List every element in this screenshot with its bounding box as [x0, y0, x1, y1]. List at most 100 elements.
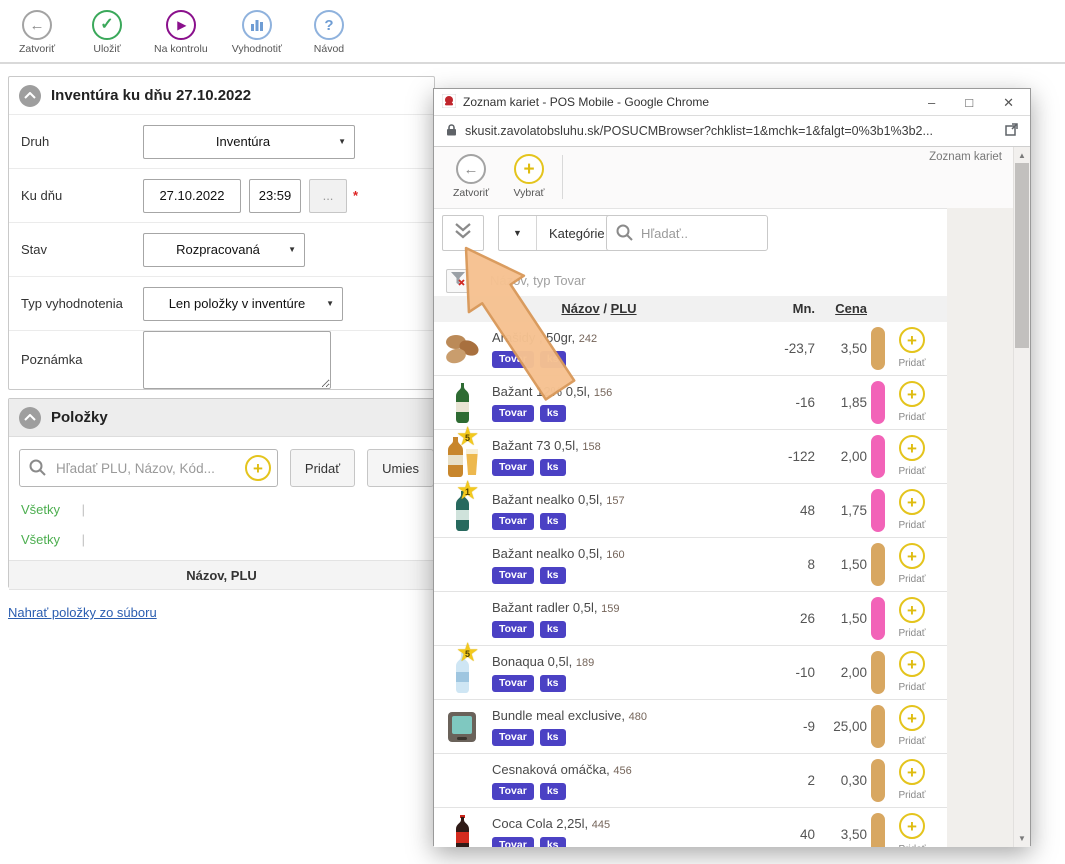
minimize-button[interactable]: – [928, 96, 935, 109]
add-item-button[interactable]: + Pridať [886, 489, 938, 533]
type-badge: Tovar [492, 837, 534, 847]
price-value: 1,50 [824, 557, 867, 572]
pos-favicon [442, 94, 456, 111]
url-bar[interactable]: skusit.zavolatobsluhu.sk/POSUCMBrowser?c… [434, 116, 1030, 147]
price-value: 25,00 [824, 719, 867, 734]
product-plu: 480 [629, 711, 647, 723]
sort-price-link[interactable]: Cena [824, 301, 867, 316]
time-input[interactable] [249, 179, 301, 213]
add-item-button[interactable]: + Pridať [886, 327, 938, 371]
card-row[interactable]: Coca Cola 2,25l, 445 Tovarks 40 3,50 + P… [434, 808, 947, 847]
typ-select[interactable]: Len položky v inventúre ▼ [143, 287, 343, 321]
qty-value: -23,7 [724, 341, 815, 356]
druh-select[interactable]: Inventúra ▼ [143, 125, 355, 159]
scroll-down-arrow[interactable]: ▼ [1014, 831, 1030, 846]
popup-toolbar: ← Zatvoriť + Vybrať Zoznam kariet [434, 147, 1030, 209]
open-in-new-icon[interactable] [1005, 123, 1018, 139]
vsetky-link-1[interactable]: Všetky [21, 502, 60, 517]
save-button-label: Uložiť [93, 43, 120, 55]
poznamka-label: Poznámka [21, 352, 143, 367]
plus-icon: + [514, 154, 544, 184]
stav-label: Stav [21, 242, 143, 257]
badges: Tovarks [492, 513, 566, 530]
card-row[interactable]: Cesnaková omáčka, 456 Tovarks 2 0,30 + P… [434, 754, 947, 808]
required-asterisk: * [353, 188, 358, 203]
close-button[interactable]: ← Zatvoriť [14, 10, 60, 55]
price-value: 2,00 [824, 665, 867, 680]
collapse-chevron-icon[interactable] [19, 407, 41, 429]
product-name: Bažant nealko 0,5l, [492, 492, 606, 507]
popup-titlebar[interactable]: Zoznam kariet - POS Mobile - Google Chro… [434, 89, 1030, 116]
add-item-button[interactable]: + Pridať [886, 651, 938, 695]
product-plu: 445 [592, 819, 610, 831]
add-item-button[interactable]: + Pridať [886, 759, 938, 803]
scroll-up-arrow[interactable]: ▲ [1014, 148, 1030, 163]
product-plu: 159 [601, 603, 619, 615]
kategorie-dropdown-button[interactable]: ▼ [499, 216, 537, 250]
qty-column-header: Mn. [734, 301, 815, 316]
card-search-input[interactable]: Hľadať.. [606, 215, 768, 251]
vertical-scrollbar[interactable]: ▲ ▼ [1013, 147, 1030, 847]
product-plu: 158 [582, 441, 600, 453]
product-name: Arašidy ; 50gr, [492, 330, 579, 345]
scrollbar-thumb[interactable] [1015, 163, 1029, 348]
plus-icon: + [899, 543, 925, 569]
druh-label: Druh [21, 134, 143, 149]
question-icon: ? [314, 10, 344, 40]
sort-by-name-plu[interactable]: Názov / PLU [434, 301, 764, 316]
poznamka-textarea[interactable] [143, 331, 331, 389]
clear-filter-button[interactable] [446, 269, 470, 293]
chevron-down-icon: ▼ [288, 245, 296, 254]
card-row[interactable]: ★1 Bažant nealko 0,5l, 157 Tovarks 48 1,… [434, 484, 947, 538]
vsetky-link-2[interactable]: Všetky [21, 532, 60, 547]
sort-name-link[interactable]: Názov [561, 301, 599, 316]
card-row[interactable]: Bažant radler 0,5l, 159 Tovarks 26 1,50 … [434, 592, 947, 646]
add-item-button[interactable]: + Pridať [886, 813, 938, 847]
to-check-button[interactable]: ▶ Na kontrolu [154, 10, 208, 55]
umiestnenie-button[interactable]: Umies [367, 449, 434, 487]
add-item-button[interactable]: + Pridať [886, 381, 938, 425]
product-image [440, 758, 484, 803]
close-window-button[interactable]: ✕ [1003, 96, 1014, 109]
lock-icon [446, 123, 457, 139]
type-badge: Tovar [492, 405, 534, 422]
upload-items-link[interactable]: Nahrať položky zo súboru [8, 605, 157, 620]
date-input[interactable] [143, 179, 241, 213]
card-row[interactable]: Bažant 12% 0,5l, 156 Tovarks -16 1,85 + … [434, 376, 947, 430]
card-row[interactable]: Arašidy ; 50gr, 242 Tovarks -23,7 3,50 +… [434, 322, 947, 376]
qty-value: 40 [724, 827, 815, 842]
add-item-label: Pridať [898, 736, 925, 747]
save-button[interactable]: ✓ Uložiť [84, 10, 130, 55]
items-panel: Položky Hľadať PLU, Názov, Kód... + Prid… [8, 398, 435, 588]
add-item-button[interactable]: + Pridať [886, 597, 938, 641]
page-title-label: Zoznam kariet [929, 151, 1002, 163]
type-badge: Tovar [492, 459, 534, 476]
add-plus-icon[interactable]: + [245, 455, 271, 481]
help-button[interactable]: ? Návod [306, 10, 352, 55]
item-search-placeholder: Hľadať PLU, Názov, Kód... [56, 461, 215, 476]
add-item-button[interactable]: + Pridať [886, 705, 938, 749]
popup-select-button[interactable]: + Vybrať [506, 154, 552, 199]
badges: Tovarks [492, 459, 566, 476]
date-picker-button[interactable]: ... [309, 179, 347, 213]
collapse-chevron-icon[interactable] [19, 85, 41, 107]
evaluate-button[interactable]: Vyhodnotiť [232, 10, 282, 55]
item-search-input[interactable]: Hľadať PLU, Názov, Kód... + [19, 449, 278, 487]
card-row[interactable]: Bundle meal exclusive, 480 Tovarks -9 25… [434, 700, 947, 754]
popup-close-button[interactable]: ← Zatvoriť [448, 154, 494, 199]
card-row[interactable]: ★5 Bažant 73 0,5l, 158 Tovarks -122 2,00… [434, 430, 947, 484]
product-plu: 242 [579, 333, 597, 345]
add-item-button[interactable]: + Pridať [886, 435, 938, 479]
stav-select[interactable]: Rozpracovaná ▼ [143, 233, 305, 267]
pridat-button[interactable]: Pridať [290, 449, 355, 487]
maximize-button[interactable]: □ [965, 96, 973, 109]
card-row[interactable]: ★5 Bonaqua 0,5l, 189 Tovarks -10 2,00 + … [434, 646, 947, 700]
expand-filters-button[interactable] [442, 215, 484, 251]
sort-plu-link[interactable]: PLU [611, 301, 637, 316]
chevron-down-icon: ▼ [338, 137, 346, 146]
card-row[interactable]: Bažant nealko 0,5l, 160 Tovarks 8 1,50 +… [434, 538, 947, 592]
add-item-button[interactable]: + Pridať [886, 543, 938, 587]
popup-close-label: Zatvoriť [453, 187, 489, 199]
badges: Tovarks [492, 729, 566, 746]
popup-window: Zoznam kariet - POS Mobile - Google Chro… [433, 88, 1031, 846]
